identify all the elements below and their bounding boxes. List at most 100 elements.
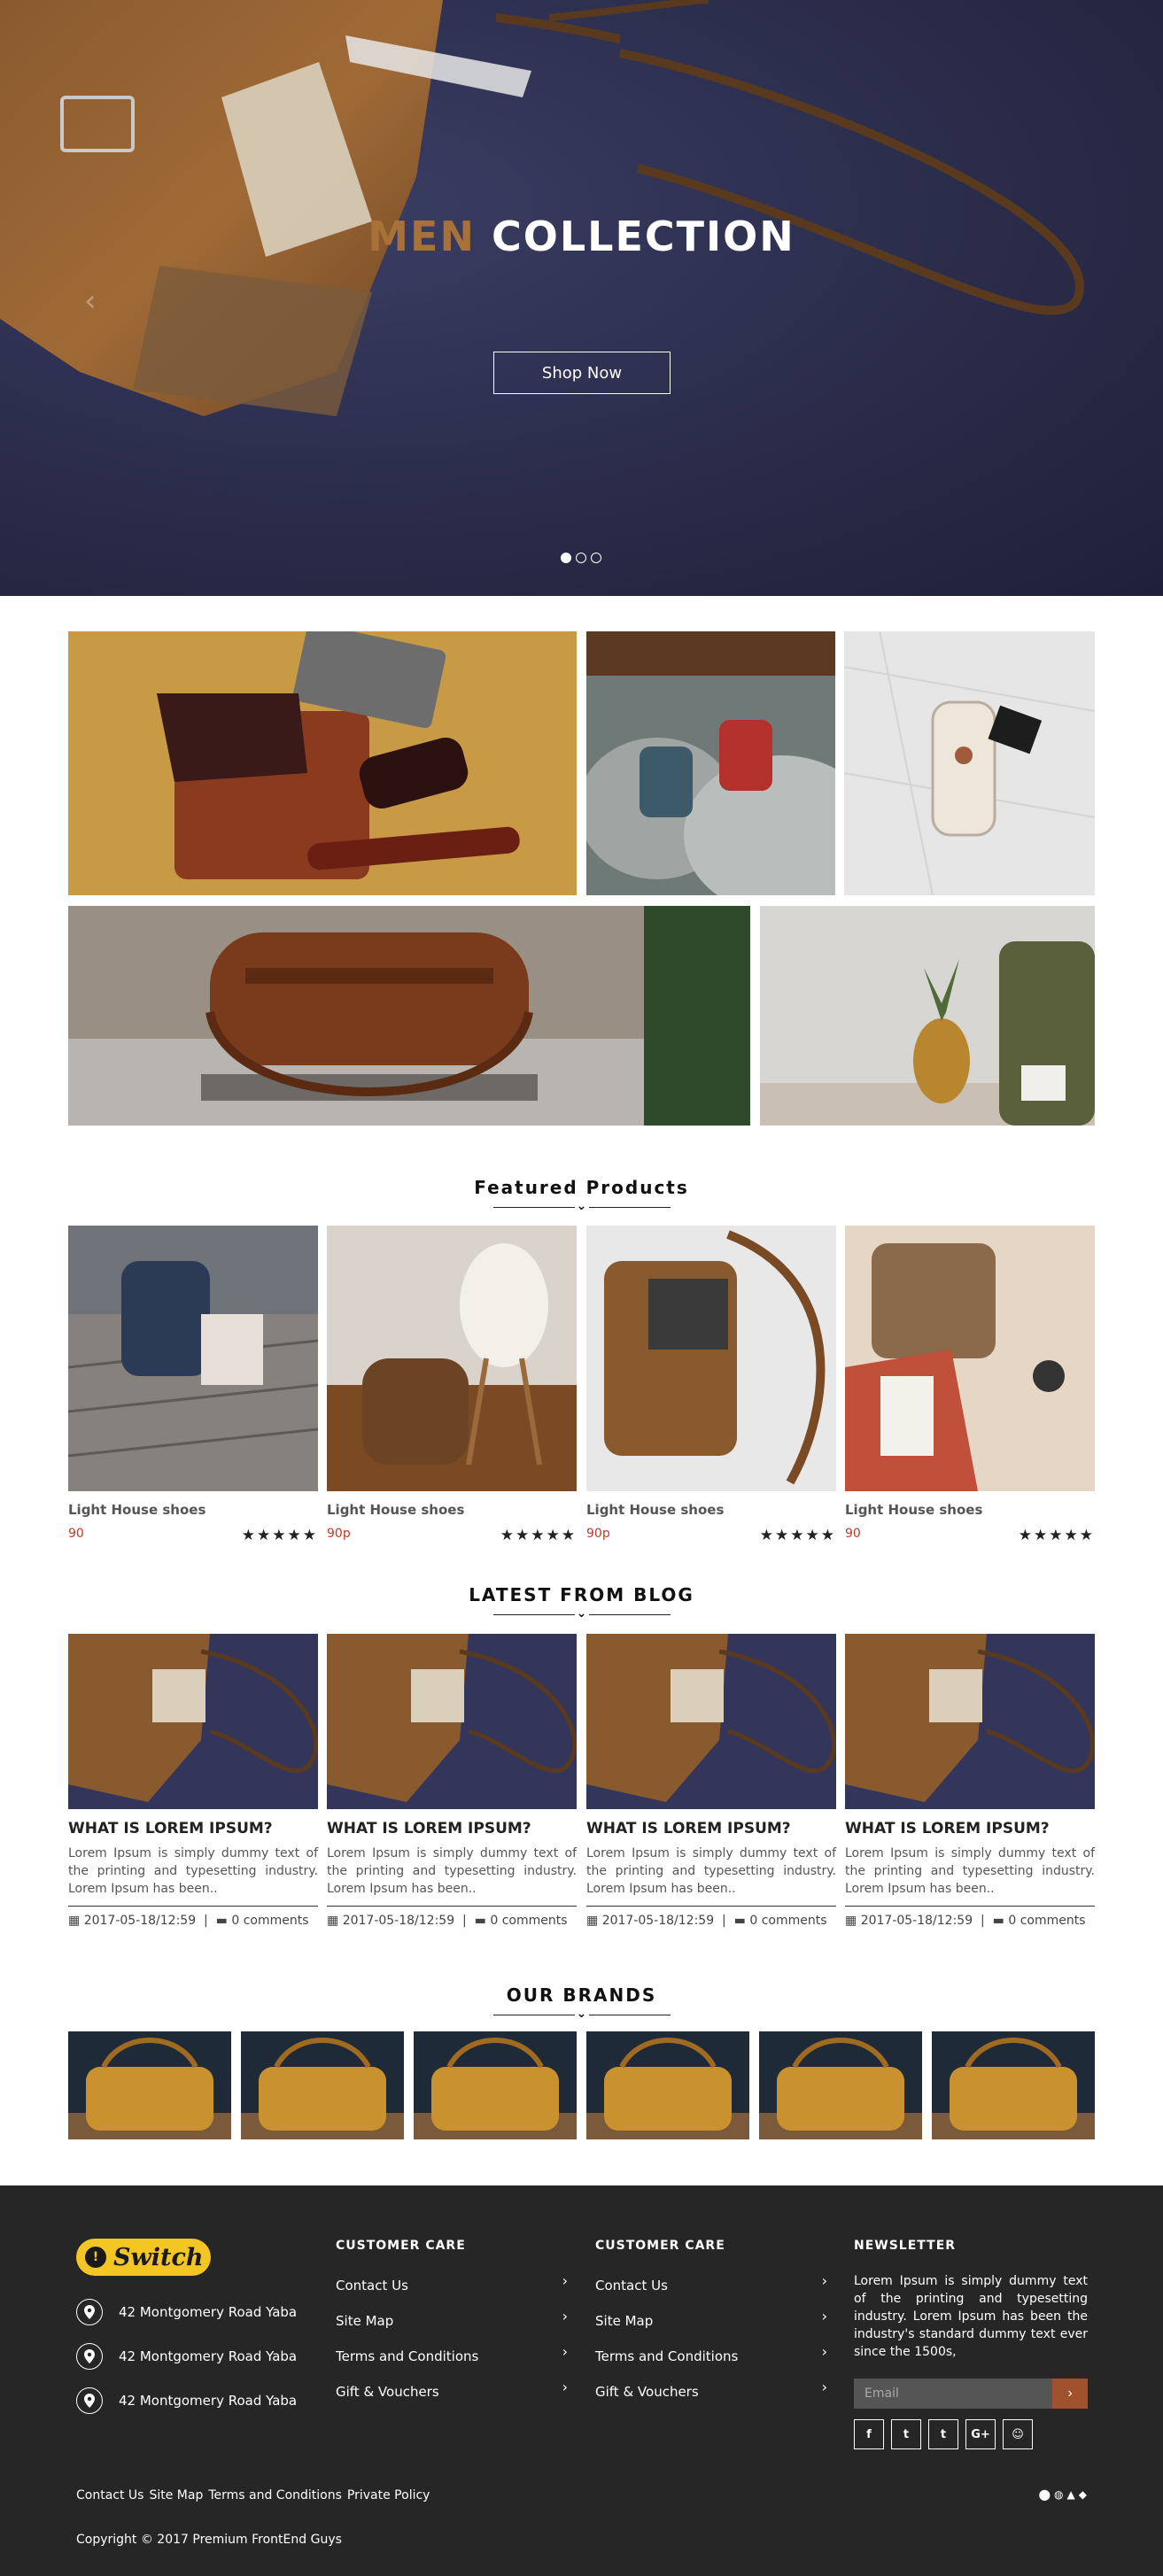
blog-comments[interactable]: 0 comments bbox=[490, 1914, 567, 1928]
footer-column-customer-care: CUSTOMER CARE Contact Us › Site Map › Term… bbox=[595, 2239, 827, 2419]
email-input[interactable] bbox=[854, 2379, 1052, 2409]
chevron-right-icon: › bbox=[821, 2272, 827, 2289]
carousel-dot[interactable] bbox=[576, 553, 586, 563]
footer-link[interactable]: Terms and Conditions › bbox=[336, 2343, 568, 2384]
calendar-icon: ▦ bbox=[327, 1914, 339, 1928]
rating-stars: ★★★★★ bbox=[241, 1527, 318, 1544]
footer-link[interactable]: Site Map › bbox=[595, 2308, 827, 2348]
product-name[interactable]: Light House shoes bbox=[845, 1502, 1095, 1518]
blog-date: 2017-05-18/12:59 bbox=[83, 1914, 197, 1928]
footer-link[interactable]: Contact Us › bbox=[336, 2272, 568, 2313]
footer-bottom-link[interactable]: Contact Us bbox=[76, 2488, 143, 2503]
blog-card[interactable]: WHAT IS LOREM IPSUM? Lorem Ipsum is simp… bbox=[586, 1634, 836, 1928]
blog-title[interactable]: WHAT IS LOREM IPSUM? bbox=[845, 1820, 1095, 1837]
blog-meta: ▦ 2017-05-18/12:59 | ▬ 0 comments bbox=[68, 1906, 318, 1928]
dribbble-icon[interactable]: ☺ bbox=[1003, 2419, 1033, 2449]
footer-bottom-link[interactable]: Private Policy bbox=[347, 2488, 430, 2503]
blog-comments[interactable]: 0 comments bbox=[231, 1914, 308, 1928]
brand-logo[interactable] bbox=[414, 2031, 577, 2139]
facebook-icon[interactable]: f bbox=[854, 2419, 884, 2449]
blog-comments[interactable]: 0 comments bbox=[749, 1914, 826, 1928]
brand-logo[interactable] bbox=[241, 2031, 404, 2139]
featured-underline: ⌄ bbox=[492, 1199, 671, 1216]
location-pin-icon bbox=[76, 2387, 103, 2414]
gallery-image-backpack-white[interactable] bbox=[844, 631, 1095, 895]
footer-link[interactable]: Gift & Vouchers › bbox=[336, 2379, 568, 2419]
carousel-dot[interactable] bbox=[561, 553, 571, 563]
footer-link[interactable]: Contact Us › bbox=[595, 2272, 827, 2313]
gallery-image-duffel[interactable] bbox=[68, 906, 750, 1126]
subscribe-button[interactable]: › bbox=[1052, 2379, 1088, 2409]
product-image[interactable] bbox=[586, 1226, 836, 1491]
footer-address: 42 Montgomery Road Yaba bbox=[76, 2299, 297, 2325]
product-name[interactable]: Light House shoes bbox=[68, 1502, 318, 1518]
footer: ! Switch 42 Montgomery Road Yaba 42 Mont… bbox=[0, 2185, 1163, 2576]
pin-icon: ⬤ bbox=[1038, 2488, 1051, 2501]
blog-image[interactable] bbox=[327, 1634, 577, 1809]
blog-image[interactable] bbox=[68, 1634, 318, 1809]
blog-excerpt: Lorem Ipsum is simply dummy text of the … bbox=[845, 1846, 1095, 1896]
blog-image[interactable] bbox=[586, 1634, 836, 1809]
product-card[interactable]: Light House shoes 90p ★★★★★ bbox=[327, 1226, 577, 1544]
blog-date: 2017-05-18/12:59 bbox=[860, 1914, 973, 1928]
blog-meta: ▦ 2017-05-18/12:59 | ▬ 0 comments bbox=[845, 1906, 1095, 1928]
product-image[interactable] bbox=[68, 1226, 318, 1491]
gallery-image-rocks[interactable] bbox=[586, 631, 835, 895]
product-name[interactable]: Light House shoes bbox=[586, 1502, 836, 1518]
product-price: 90p bbox=[586, 1527, 610, 1541]
product-card[interactable]: Light House shoes 90 ★★★★★ bbox=[68, 1226, 318, 1544]
footer-link[interactable]: Gift & Vouchers › bbox=[595, 2379, 827, 2419]
footer-link[interactable]: Site Map › bbox=[336, 2308, 568, 2348]
carousel-dot[interactable] bbox=[591, 553, 601, 563]
brand-logo[interactable] bbox=[68, 2031, 231, 2139]
carousel-dots bbox=[561, 553, 601, 563]
hero-strap-image bbox=[548, 0, 1084, 315]
product-price: 90p bbox=[327, 1527, 351, 1541]
product-name[interactable]: Light House shoes bbox=[327, 1502, 577, 1518]
blog-title[interactable]: WHAT IS LOREM IPSUM? bbox=[68, 1820, 318, 1837]
logo-text: Switch bbox=[113, 2243, 204, 2271]
brand-logo[interactable] bbox=[759, 2031, 922, 2139]
blog-meta: ▦ 2017-05-18/12:59 | ▬ 0 comments bbox=[327, 1906, 577, 1928]
newsletter-form: › bbox=[854, 2379, 1088, 2409]
chevron-right-icon: › bbox=[1067, 2386, 1073, 2401]
footer-bottom-link[interactable]: Terms and Conditions bbox=[208, 2488, 342, 2503]
brand-logo[interactable] bbox=[932, 2031, 1095, 2139]
comment-icon: ▬ bbox=[733, 1914, 746, 1928]
product-card[interactable]: Light House shoes 90 ★★★★★ bbox=[845, 1226, 1095, 1544]
product-image[interactable] bbox=[845, 1226, 1095, 1491]
blog-comments[interactable]: 0 comments bbox=[1008, 1914, 1085, 1928]
blog-card[interactable]: WHAT IS LOREM IPSUM? Lorem Ipsum is simp… bbox=[68, 1634, 318, 1928]
footer-link[interactable]: Terms and Conditions › bbox=[595, 2343, 827, 2384]
footer-address: 42 Montgomery Road Yaba bbox=[76, 2387, 297, 2414]
site-logo[interactable]: ! Switch bbox=[76, 2239, 211, 2276]
blog-image[interactable] bbox=[845, 1634, 1095, 1809]
gallery-image-pineapple[interactable] bbox=[760, 906, 1095, 1126]
product-image[interactable] bbox=[327, 1226, 577, 1491]
blog-card[interactable]: WHAT IS LOREM IPSUM? Lorem Ipsum is simp… bbox=[845, 1634, 1095, 1928]
chevron-down-icon: ⌄ bbox=[574, 1606, 589, 1621]
footer-column-heading: CUSTOMER CARE bbox=[595, 2239, 725, 2253]
product-card[interactable]: Light House shoes 90p ★★★★★ bbox=[586, 1226, 836, 1544]
globe-icon: ◍ bbox=[1054, 2488, 1064, 2501]
comment-icon: ▬ bbox=[215, 1914, 228, 1928]
gallery-image-gloves[interactable] bbox=[68, 631, 577, 895]
footer-column-heading: CUSTOMER CARE bbox=[336, 2239, 466, 2253]
address-text: 42 Montgomery Road Yaba bbox=[119, 2304, 298, 2320]
address-text: 42 Montgomery Road Yaba bbox=[119, 2348, 298, 2364]
shop-now-button[interactable]: Shop Now bbox=[493, 352, 671, 394]
hero-banner: ‹ MEN COLLECTION Shop Now bbox=[0, 0, 1163, 596]
comment-icon: ▬ bbox=[992, 1914, 1004, 1928]
google-plus-icon[interactable]: G+ bbox=[965, 2419, 996, 2449]
twitter-icon[interactable]: t bbox=[891, 2419, 921, 2449]
chevron-right-icon: › bbox=[562, 2379, 568, 2395]
blog-title[interactable]: WHAT IS LOREM IPSUM? bbox=[327, 1820, 577, 1837]
hero-prev-arrow-icon[interactable]: ‹ bbox=[84, 283, 97, 319]
product-price: 90 bbox=[68, 1527, 84, 1541]
tumblr-icon[interactable]: t bbox=[928, 2419, 958, 2449]
blog-title[interactable]: WHAT IS LOREM IPSUM? bbox=[586, 1820, 836, 1837]
logo-mark-icon: ! bbox=[85, 2247, 106, 2268]
footer-bottom-link[interactable]: Site Map bbox=[149, 2488, 203, 2503]
blog-card[interactable]: WHAT IS LOREM IPSUM? Lorem Ipsum is simp… bbox=[327, 1634, 577, 1928]
brand-logo[interactable] bbox=[586, 2031, 749, 2139]
